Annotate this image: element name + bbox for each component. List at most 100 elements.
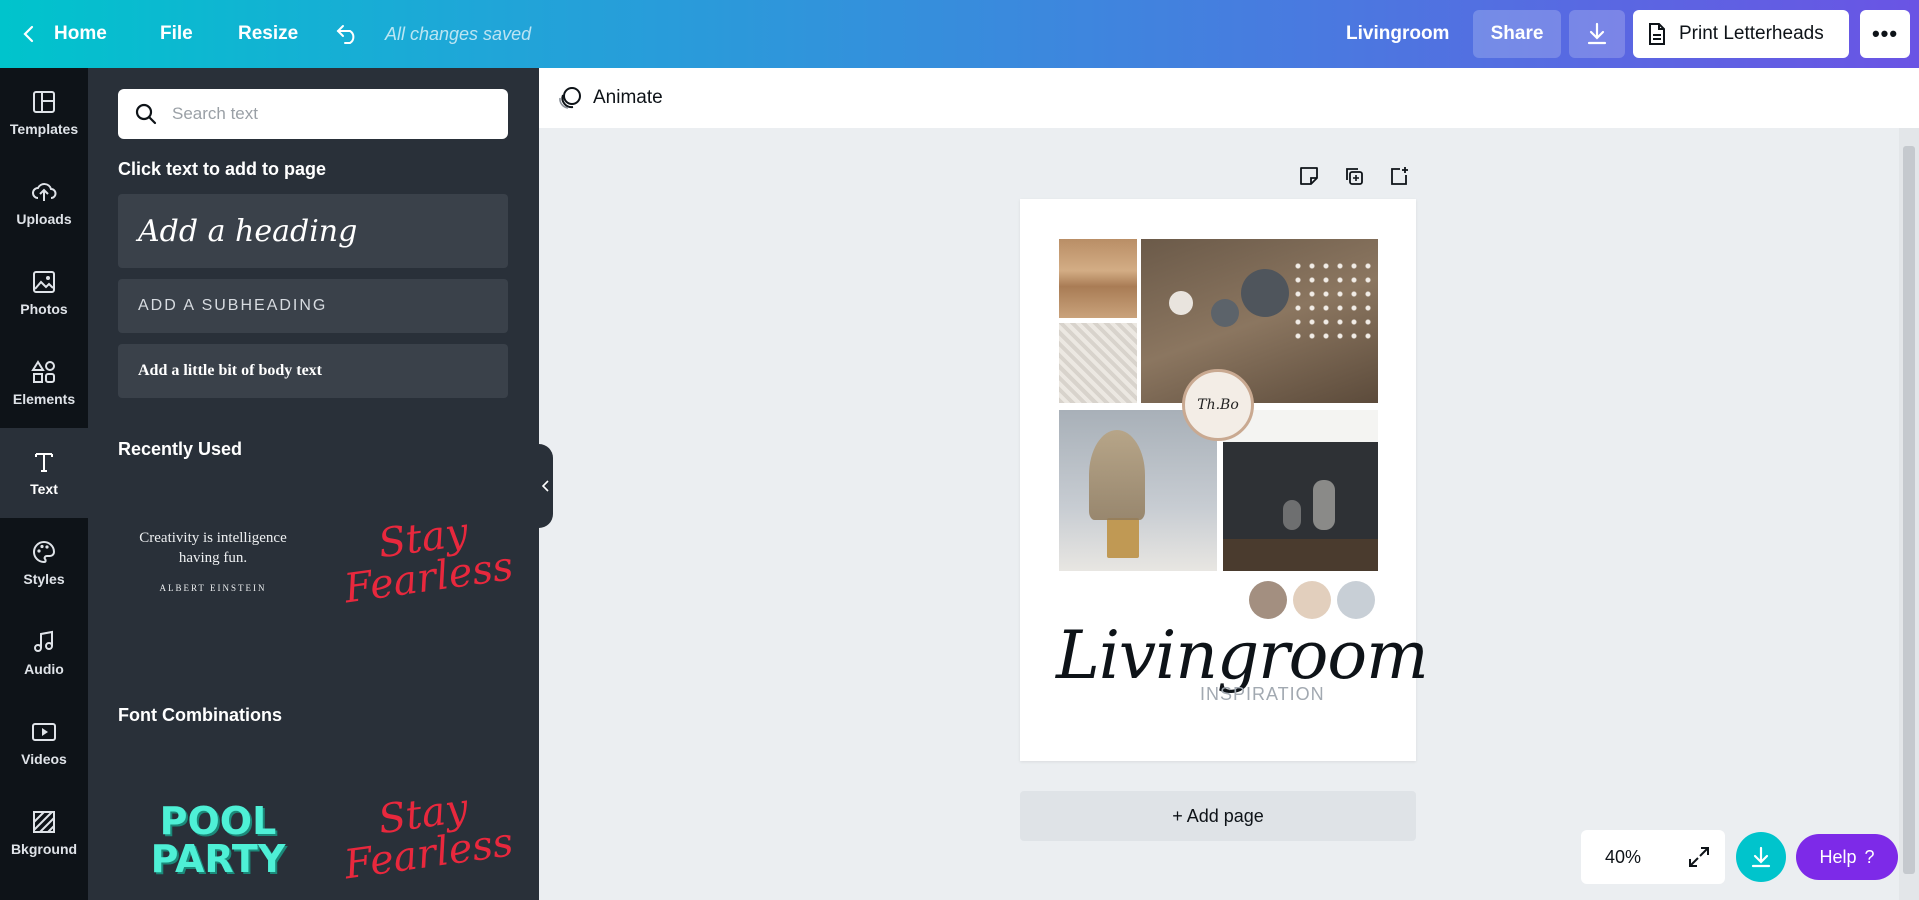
palette-icon xyxy=(33,540,56,564)
rail-item-audio[interactable]: Audio xyxy=(0,608,88,698)
vertical-scrollbar[interactable] xyxy=(1899,128,1919,900)
rail-item-background[interactable]: Bkground xyxy=(0,788,88,878)
background-icon xyxy=(33,811,55,833)
rail-label: Elements xyxy=(12,391,76,407)
rail-label: Styles xyxy=(23,571,65,587)
more-options-button[interactable]: ••• xyxy=(1860,10,1910,58)
video-icon xyxy=(32,723,56,741)
document-icon xyxy=(1649,23,1665,45)
rail-item-uploads[interactable]: Uploads xyxy=(0,158,88,248)
quick-download-button[interactable] xyxy=(1736,832,1786,882)
duplicate-icon xyxy=(1346,168,1363,185)
help-label: Help xyxy=(1819,846,1857,867)
add-subheading-option[interactable]: ADD A SUBHEADING xyxy=(118,279,508,333)
animate-icon xyxy=(559,87,581,109)
add-heading-option[interactable]: Add a heading xyxy=(118,194,508,268)
animate-label: Animate xyxy=(593,87,663,108)
search-input[interactable] xyxy=(172,104,492,124)
vase-shape xyxy=(1313,480,1335,530)
download-icon xyxy=(1587,22,1607,45)
add-page-icon xyxy=(1391,167,1408,185)
branch-shape xyxy=(1291,259,1371,339)
photo-sofa-vases[interactable] xyxy=(1223,410,1378,571)
top-bar: Home File Resize All changes saved Livin… xyxy=(0,0,1919,68)
search-icon xyxy=(135,103,157,125)
stay-fearless-combo[interactable]: Stay Fearless xyxy=(331,782,520,888)
fullscreen-icon[interactable] xyxy=(1687,845,1711,869)
photo-knit[interactable] xyxy=(1059,323,1137,403)
add-new-page-button[interactable] xyxy=(1386,163,1412,189)
photos-icon xyxy=(33,271,55,293)
recent-quote-author: ALBERT EINSTEIN xyxy=(159,583,267,593)
rail-label: Templates xyxy=(9,121,79,137)
color-swatch[interactable] xyxy=(1293,581,1331,619)
flower-shape xyxy=(1089,430,1145,520)
download-icon xyxy=(1751,846,1771,868)
note-icon xyxy=(1300,167,1318,185)
color-swatch[interactable] xyxy=(1249,581,1287,619)
rail-label: Uploads xyxy=(16,211,72,227)
rail-item-videos[interactable]: Videos xyxy=(0,698,88,788)
zoom-control[interactable]: 40% xyxy=(1581,830,1725,884)
home-label: Home xyxy=(54,23,107,44)
help-button[interactable]: Help ? xyxy=(1796,834,1898,880)
photo-vases-table[interactable] xyxy=(1141,239,1378,403)
rail-item-text[interactable]: Text xyxy=(0,428,88,518)
click-text-title: Click text to add to page xyxy=(118,159,327,179)
rail-item-styles[interactable]: Styles xyxy=(0,518,88,608)
rail-item-elements[interactable]: Elements xyxy=(0,338,88,428)
combo-line-2: PARTY xyxy=(150,837,286,881)
recent-script-style[interactable]: Stay Fearless xyxy=(331,506,520,612)
add-note-button[interactable] xyxy=(1296,163,1322,189)
collapse-panel-button[interactable] xyxy=(539,444,553,528)
horizontal-scrollbar[interactable] xyxy=(539,884,1899,900)
chevron-left-icon xyxy=(542,480,549,492)
share-button[interactable]: Share xyxy=(1473,10,1561,58)
print-letterheads-button[interactable]: Print Letterheads xyxy=(1633,10,1849,58)
download-button[interactable] xyxy=(1569,10,1625,58)
rail-label: Videos xyxy=(21,751,67,767)
design-name[interactable]: Livingroom xyxy=(1346,0,1449,68)
rail-item-templates[interactable]: Templates xyxy=(0,68,88,158)
elements-icon xyxy=(31,360,55,383)
font-combinations-title: Font Combinations xyxy=(118,705,282,725)
animate-button[interactable]: Animate xyxy=(557,85,663,111)
add-page-button[interactable]: + Add page xyxy=(1020,791,1416,841)
recent-quote-style[interactable]: Creativity is intelligence having fun. A… xyxy=(118,528,308,598)
zoom-level[interactable]: 40% xyxy=(1605,847,1641,868)
design-title-text[interactable]: Livingroom xyxy=(1056,617,1429,694)
print-label: Print Letterheads xyxy=(1679,23,1824,44)
recently-used-title: Recently Used xyxy=(118,439,243,459)
search-box[interactable] xyxy=(118,89,508,139)
file-menu-button[interactable]: File xyxy=(160,0,193,68)
text-icon xyxy=(35,453,53,472)
vase-shape xyxy=(1283,500,1301,530)
candle-shape xyxy=(1169,291,1193,315)
templates-icon xyxy=(33,91,55,113)
rail-label: Photos xyxy=(20,301,68,317)
duplicate-page-button[interactable] xyxy=(1341,163,1367,189)
upload-icon xyxy=(32,183,57,201)
brand-logo[interactable]: Th.Bo xyxy=(1182,369,1254,441)
music-icon xyxy=(34,630,53,652)
add-body-text-option[interactable]: Add a little bit of body text xyxy=(118,344,508,398)
rail-item-photos[interactable]: Photos xyxy=(0,248,88,338)
scroll-thumb[interactable] xyxy=(1903,146,1915,874)
photo-wood[interactable] xyxy=(1059,239,1137,318)
resize-button[interactable]: Resize xyxy=(238,0,298,68)
candle-shape xyxy=(1107,518,1139,558)
recent-quote-text: Creativity is intelligence having fun. xyxy=(139,530,287,566)
text-panel: Click text to add to page Add a heading … xyxy=(88,68,539,900)
design-page[interactable]: Th.Bo Livingroom INSPIRATION xyxy=(1020,199,1429,761)
color-swatch[interactable] xyxy=(1337,581,1375,619)
vase-shape xyxy=(1211,299,1239,327)
animate-toolbar: Animate xyxy=(539,68,1919,128)
back-home-button[interactable]: Home xyxy=(22,0,107,68)
rail-label: Text xyxy=(30,481,58,497)
vase-shape xyxy=(1241,269,1289,317)
photo-dried-flowers[interactable] xyxy=(1059,410,1217,571)
design-subtitle-text[interactable]: INSPIRATION xyxy=(1200,684,1325,705)
undo-icon xyxy=(336,25,355,44)
undo-button[interactable] xyxy=(336,0,360,68)
pool-party-combo[interactable]: POOL PARTY xyxy=(128,802,308,878)
